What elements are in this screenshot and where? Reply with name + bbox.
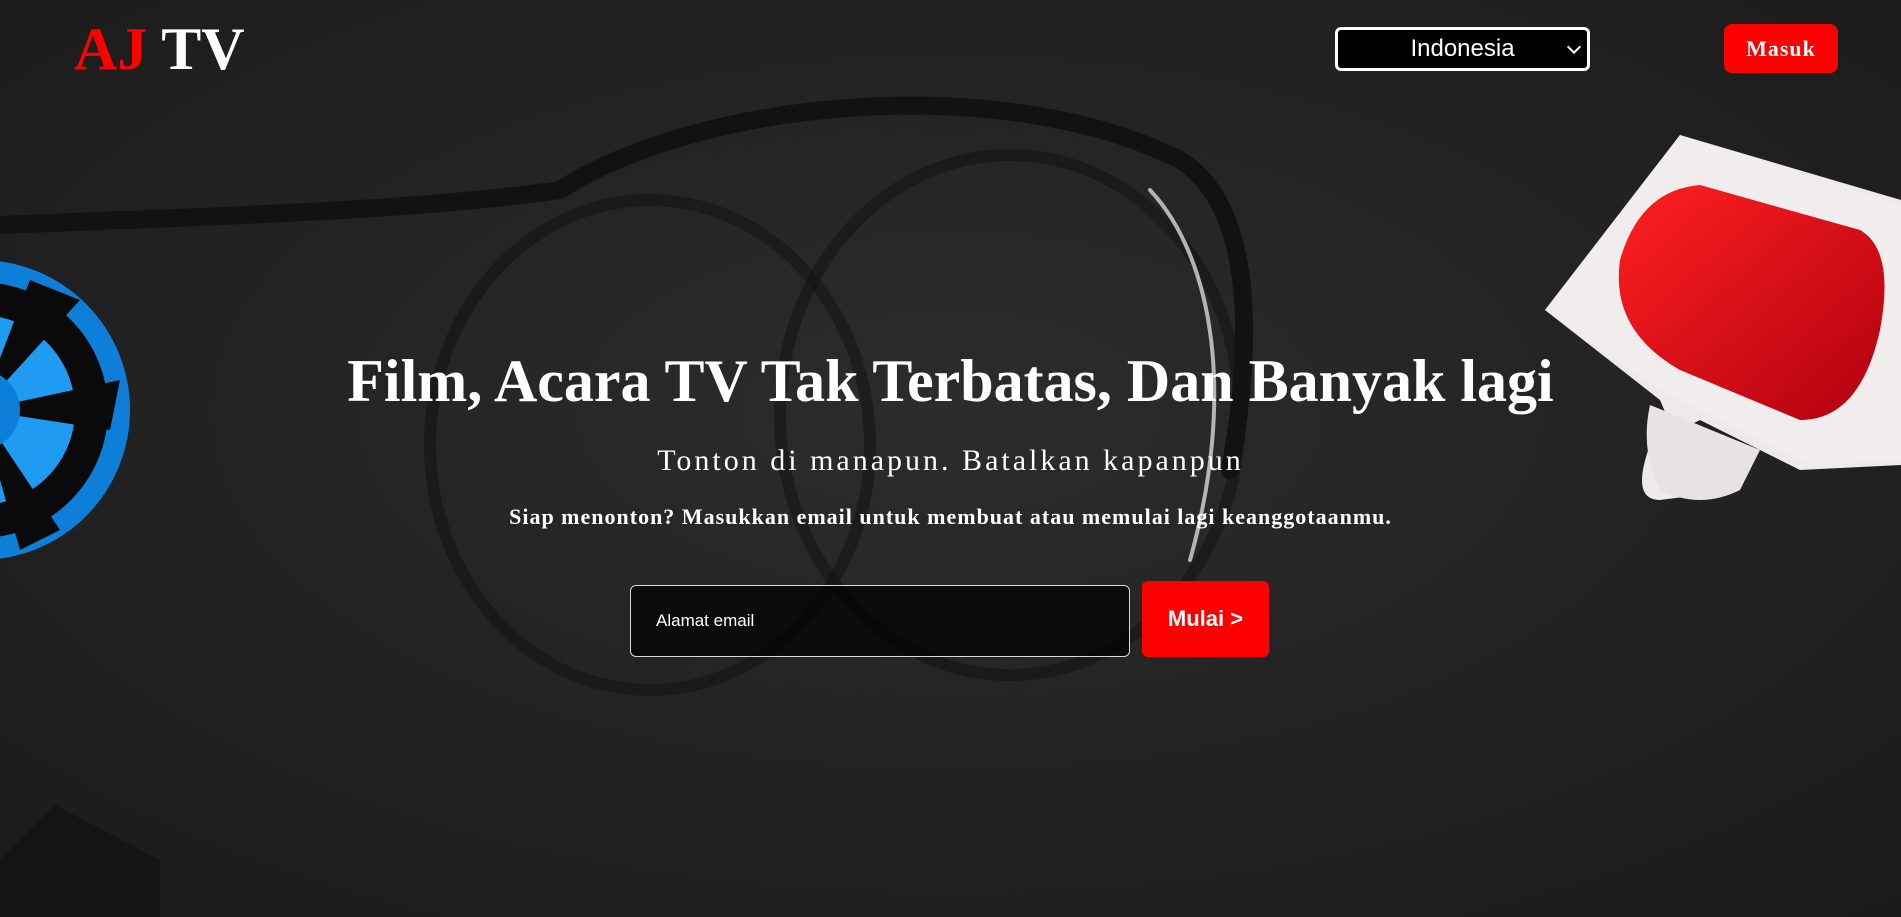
language-select[interactable]: Indonesia: [1335, 27, 1590, 71]
email-input[interactable]: [630, 585, 1130, 657]
logo-part-aj: AJ: [74, 16, 148, 82]
landing-page: AJ TV Indonesia Masuk Film, Acara TV Tak…: [0, 0, 1901, 917]
hero-subtitle: Tonton di manapun. Batalkan kapanpun: [657, 444, 1244, 477]
chevron-down-icon: [1566, 39, 1582, 55]
language-select-value: Indonesia: [1410, 35, 1515, 62]
hero-cta-text: Siap menonton? Masukkan email untuk memb…: [509, 504, 1392, 529]
login-button[interactable]: Masuk: [1724, 24, 1838, 73]
logo-part-tv: TV: [161, 16, 245, 82]
hero-title: Film, Acara TV Tak Terbatas, Dan Banyak …: [347, 348, 1554, 414]
logo[interactable]: AJ TV: [74, 14, 245, 84]
start-button[interactable]: Mulai >: [1142, 581, 1269, 657]
